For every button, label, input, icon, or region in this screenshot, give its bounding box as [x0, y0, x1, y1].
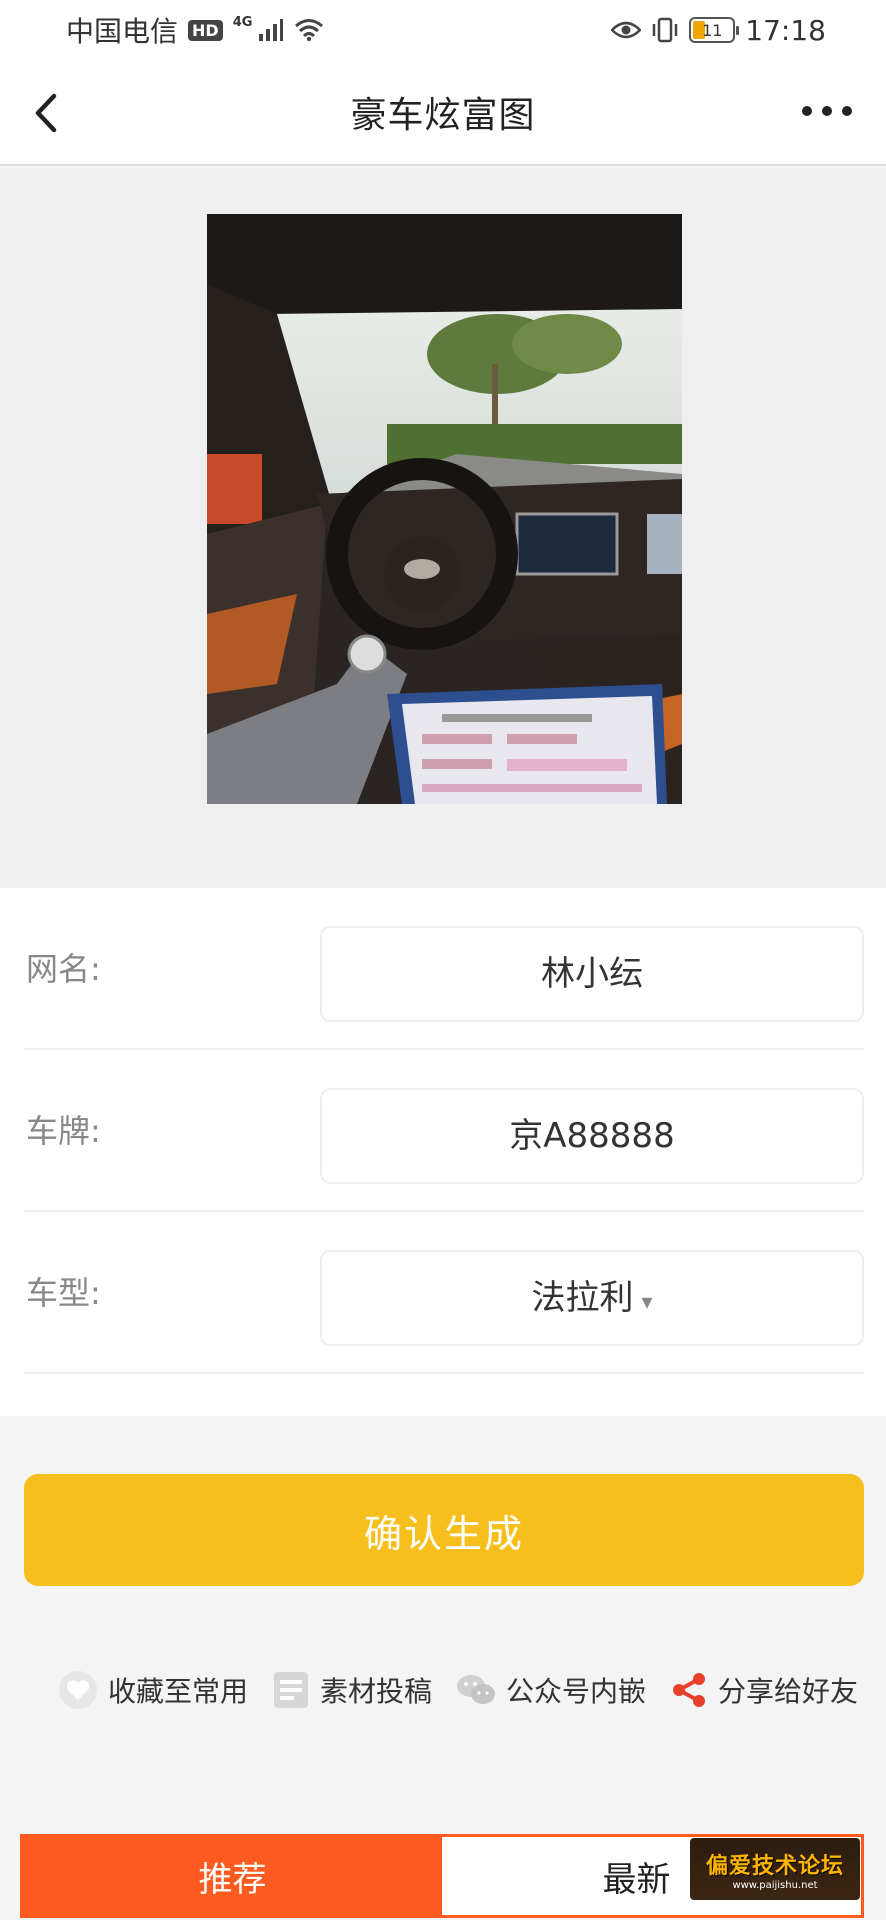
wechat-icon [457, 1675, 496, 1704]
nav-header: 豪车炫富图 [0, 60, 886, 166]
car-interior-photo [207, 214, 682, 804]
preview-area [0, 168, 886, 888]
generator-form: 网名: 林小纭 车牌: 京A88888 车型: 法拉利 ▾ [0, 888, 886, 1416]
share-action[interactable]: 分享给好友 [670, 1670, 858, 1710]
more-menu-icon[interactable] [802, 106, 852, 116]
hd-badge: HD [188, 19, 223, 41]
name-label: 网名: [26, 950, 101, 988]
page-title: 豪车炫富图 [350, 95, 536, 136]
watermark-url: www.paijishu.net [732, 1879, 818, 1891]
forum-watermark-logo: 偏爱技术论坛 www.paijishu.net [690, 1838, 860, 1900]
battery-level: 11 [702, 20, 723, 40]
carrier-name: 中国电信 [66, 15, 179, 48]
favorite-action[interactable]: 收藏至常用 [58, 1670, 248, 1710]
back-arrow-icon[interactable] [28, 90, 68, 136]
action-links: 收藏至常用 素材投稿 公众号内嵌 分享给好友 [58, 1664, 858, 1716]
heart-icon [59, 1671, 97, 1709]
favorite-label: 收藏至常用 [108, 1675, 249, 1708]
plate-label: 车牌: [26, 1112, 101, 1150]
vibrate-icon [653, 17, 678, 43]
submit-material-action[interactable]: 素材投稿 [272, 1670, 432, 1710]
status-right: 11 17:18 [611, 14, 826, 47]
model-label: 车型: [26, 1274, 101, 1312]
battery-icon: 11 [689, 17, 740, 43]
watermark-title: 偏爱技术论坛 [705, 1853, 844, 1879]
plate-row: 车牌: 京A88888 [24, 1050, 864, 1212]
confirm-generate-button[interactable]: 确认生成 [24, 1474, 864, 1586]
clock: 17:18 [745, 13, 826, 47]
embed-account-action[interactable]: 公众号内嵌 [456, 1670, 646, 1710]
model-selected-value: 法拉利 [531, 1278, 634, 1318]
status-bar: 中国电信 HD 4G 11 17:18 [0, 0, 886, 60]
model-select[interactable]: 法拉利 ▾ [320, 1250, 864, 1346]
document-icon [274, 1672, 309, 1708]
share-label: 分享给好友 [718, 1675, 859, 1708]
network-type: 4G [232, 14, 253, 30]
embed-account-label: 公众号内嵌 [506, 1675, 647, 1708]
status-left: 中国电信 HD 4G [66, 10, 324, 50]
submit-material-label: 素材投稿 [320, 1675, 433, 1708]
dropdown-caret-icon: ▾ [641, 1290, 653, 1315]
name-input[interactable]: 林小纭 [320, 926, 864, 1022]
model-row: 车型: 法拉利 ▾ [24, 1212, 864, 1374]
name-row: 网名: 林小纭 [24, 888, 864, 1050]
share-icon [673, 1673, 706, 1707]
tab-recommend[interactable]: 推荐 [23, 1837, 442, 1915]
eye-icon [611, 21, 642, 39]
plate-input[interactable]: 京A88888 [320, 1088, 864, 1184]
wifi-icon [295, 19, 324, 42]
signal-icon [259, 19, 284, 41]
tab-latest-label: 最新 [602, 1859, 671, 1900]
